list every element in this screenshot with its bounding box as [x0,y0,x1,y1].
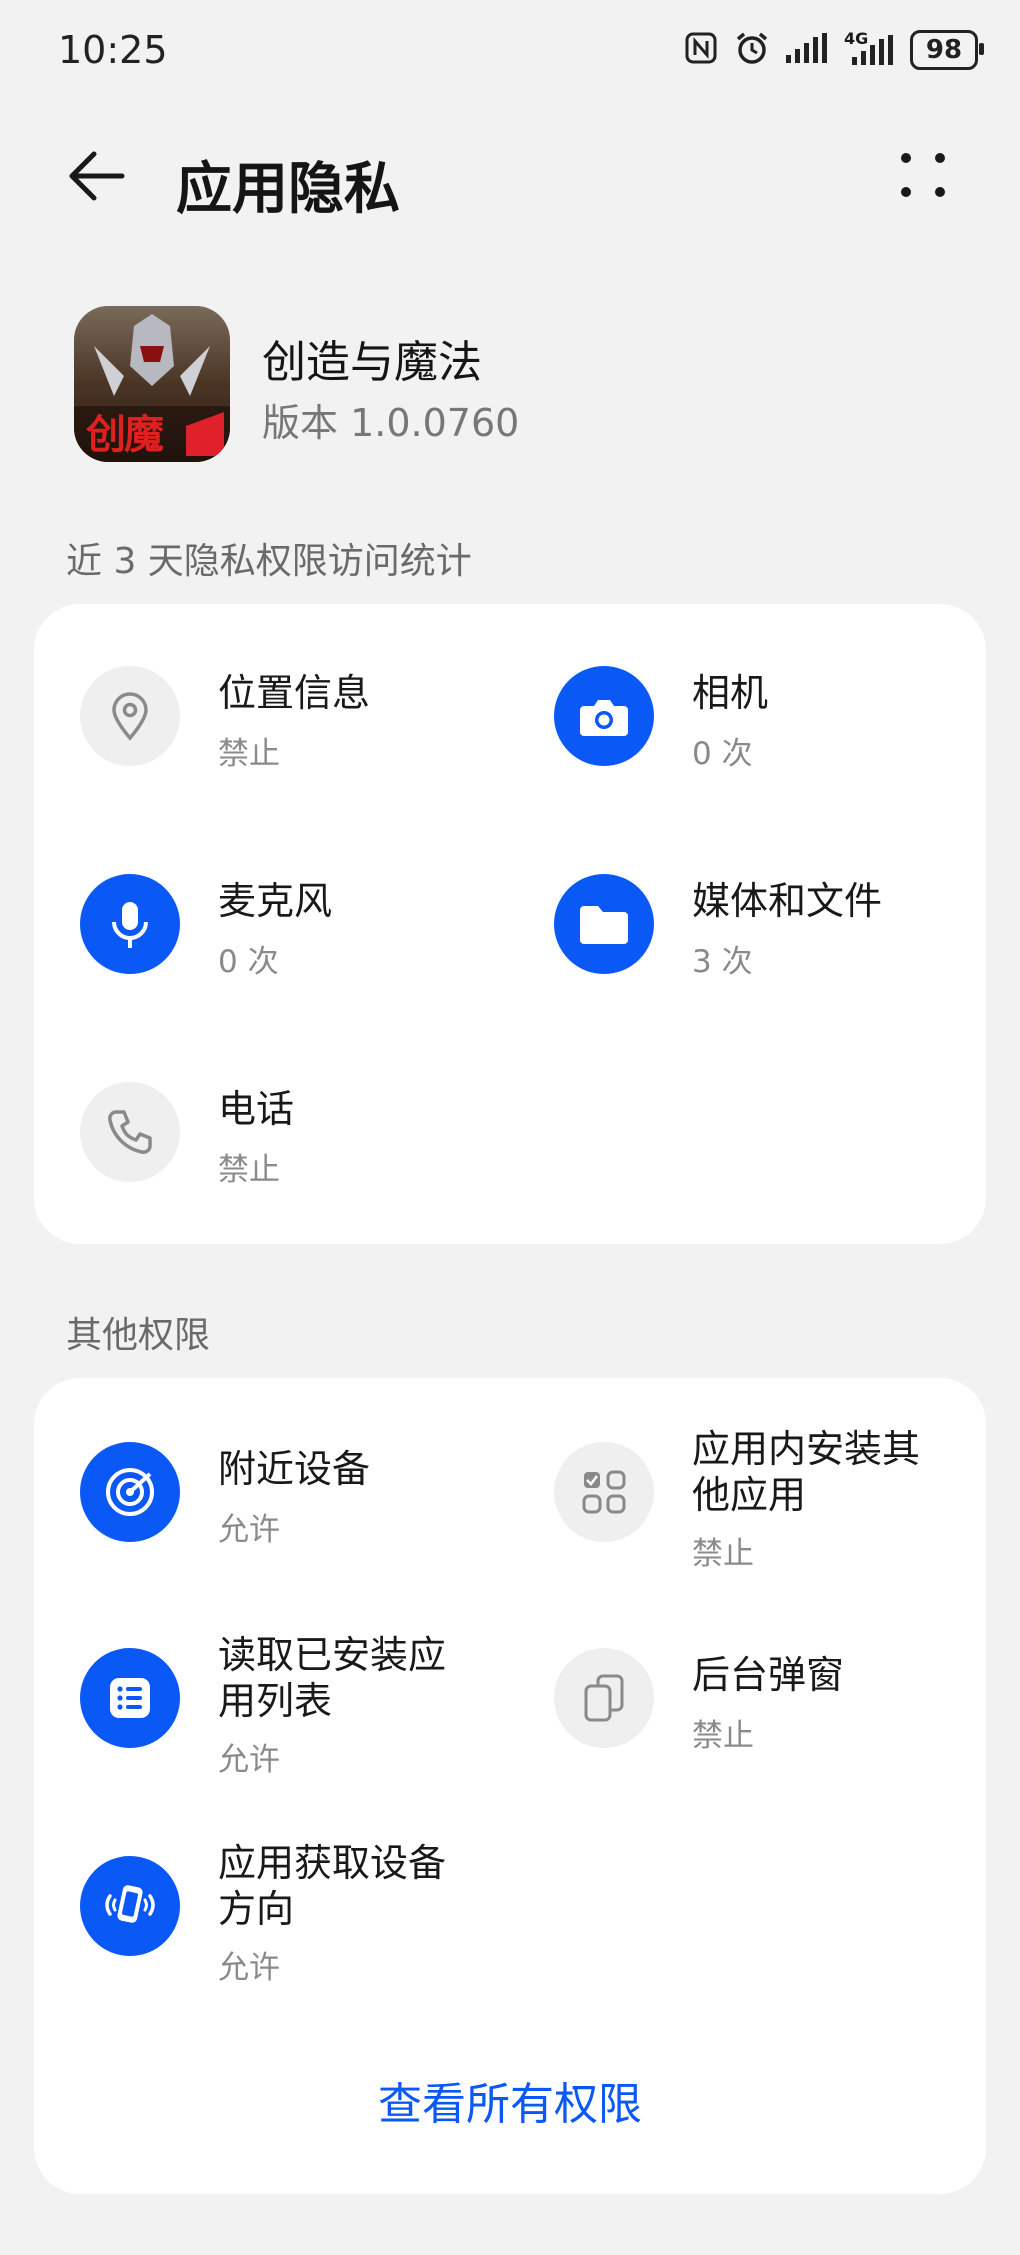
permission-status: 禁止 [218,1152,280,1188]
back-button[interactable] [64,146,128,210]
microphone-icon [80,874,180,974]
page-title: 应用隐私 [176,157,400,222]
permission-name: 附近设备 [218,1447,371,1491]
permission-item-media-files[interactable]: 媒体和文件 3 次 [554,874,974,984]
status-icons: 4G 98 [684,29,984,70]
permission-item-phone[interactable]: 电话 禁止 [80,1082,500,1192]
permission-status: 允许 [218,1950,280,1986]
permission-status: 0 次 [692,736,753,772]
background-popup-icon [554,1648,654,1748]
stats-section-label: 近 3 天隐私权限访问统计 [66,541,472,582]
permission-name: 麦克风 [218,879,333,923]
permission-item-camera[interactable]: 相机 0 次 [554,666,974,776]
permission-status: 允许 [218,1742,280,1778]
alarm-icon [734,30,770,70]
signal-4g-icon: 4G [844,29,894,65]
permission-status: 0 次 [218,944,279,980]
nfc-icon [684,31,718,69]
permission-status: 允许 [218,1512,280,1548]
permission-status: 禁止 [692,1536,754,1572]
app-version: 版本 1.0.0760 [262,401,520,445]
permission-item-nearby-devices[interactable]: 附近设备 允许 [80,1442,500,1552]
other-section-label: 其他权限 [66,1315,211,1356]
folder-icon [554,874,654,974]
app-icon: 创魔 [74,306,230,462]
battery-level: 98 [925,35,963,65]
phone-icon [80,1082,180,1182]
permission-item-device-orientation[interactable]: 应用获取设备方向 允许 [80,1841,500,1996]
permission-item-background-popup[interactable]: 后台弹窗 禁止 [554,1648,974,1758]
view-all-permissions-link[interactable]: 查看所有权限 [0,2068,1020,2132]
app-icon-lettering: 创魔 [86,411,164,458]
device-orientation-icon [80,1856,180,1956]
install-apps-icon [554,1442,654,1542]
permission-item-app-list[interactable]: 读取已安装应用列表 允许 [80,1633,500,1788]
permission-item-install-apps[interactable]: 应用内安装其他应用 禁止 [554,1427,974,1582]
location-icon [80,666,180,766]
back-arrow-icon [69,151,125,201]
permission-name: 相机 [692,671,769,715]
more-menu-button[interactable] [898,150,948,204]
permission-name: 应用内安装其他应用 [692,1427,921,1517]
permission-status: 禁止 [218,736,280,772]
camera-icon [554,666,654,766]
nearby-devices-icon [80,1442,180,1542]
app-name: 创造与魔法 [262,337,482,388]
permission-status: 禁止 [692,1718,754,1754]
network-type-label: 4G [844,29,869,48]
app-list-icon [80,1648,180,1748]
permission-name: 电话 [218,1087,295,1131]
more-dots-icon [901,153,945,197]
permission-name: 位置信息 [218,671,371,715]
permission-status: 3 次 [692,944,753,980]
permission-name: 媒体和文件 [692,879,883,923]
permission-name: 应用获取设备方向 [218,1841,447,1931]
permission-name: 读取已安装应用列表 [218,1633,447,1723]
battery-icon: 98 [910,30,984,70]
permission-item-microphone[interactable]: 麦克风 0 次 [80,874,500,984]
permission-name: 后台弹窗 [692,1653,845,1697]
status-time: 10:25 [58,28,168,72]
permission-item-location[interactable]: 位置信息 禁止 [80,666,500,776]
stats-card: 位置信息 禁止 相机 0 次 麦克风 0 次 媒体和文件 3 次 电话 禁止 [34,604,986,1244]
signal-icon [786,33,828,67]
